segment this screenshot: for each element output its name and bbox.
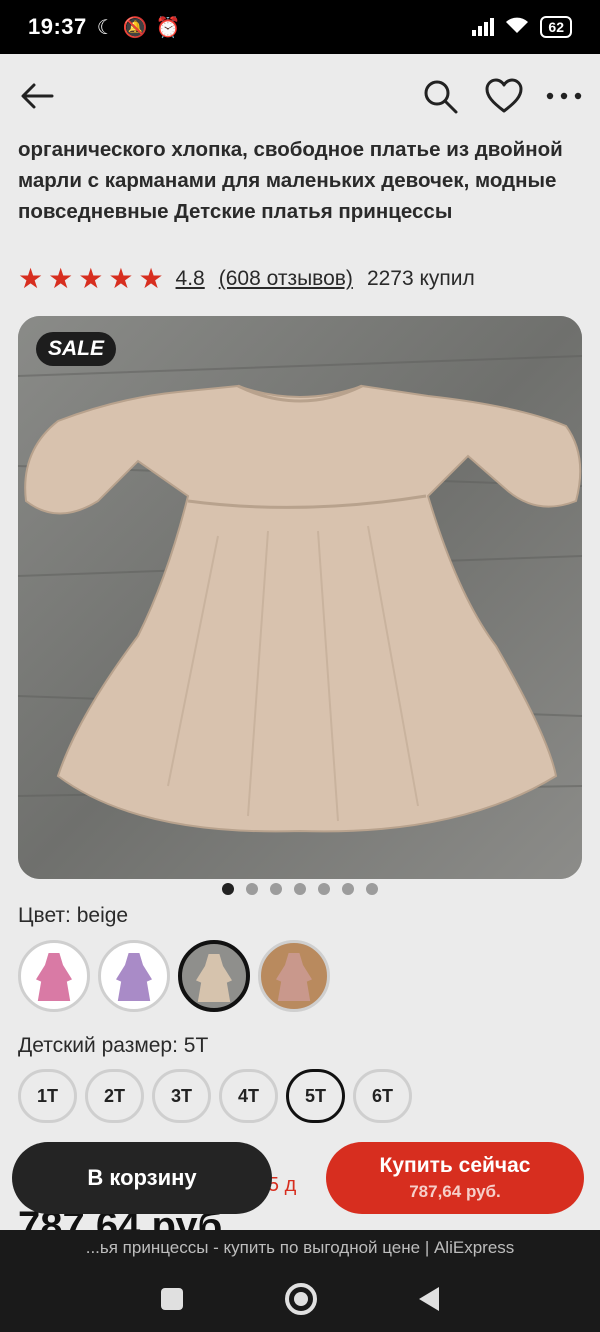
recent-apps-icon[interactable] [161, 1288, 183, 1310]
carousel-dot[interactable] [222, 883, 234, 895]
more-options-icon[interactable] [542, 74, 586, 118]
star-icon: ★ [18, 263, 44, 294]
star-icon: ★ [48, 263, 74, 294]
carousel-dot[interactable] [366, 883, 378, 895]
star-icon: ★ [78, 263, 104, 294]
size-option-3t[interactable]: 3T [152, 1069, 211, 1123]
signal-icon [472, 18, 495, 36]
size-options: 1T 2T 3T 4T 5T 6T [18, 1069, 412, 1123]
search-icon[interactable] [420, 76, 460, 116]
size-label: Детский размер: 5T [18, 1034, 209, 1057]
purchased-count: 2273 купил [366, 267, 475, 290]
wifi-icon [504, 15, 530, 40]
color-swatch-purple[interactable] [98, 940, 170, 1012]
top-bar [0, 54, 600, 138]
battery-level: 62 [548, 19, 564, 35]
carousel-dot[interactable] [246, 883, 258, 895]
reviews-link[interactable]: (608 отзывов) [219, 267, 353, 291]
star-icon: ★ [138, 263, 164, 294]
status-time: 19:37 [28, 14, 87, 39]
sale-badge: SALE [36, 332, 117, 366]
product-image[interactable]: SALE [18, 316, 582, 879]
color-swatch-dusty-pink[interactable] [258, 940, 330, 1012]
star-icon: ★ [108, 263, 134, 294]
color-label: Цвет: beige [18, 904, 129, 927]
size-option-1t[interactable]: 1T [18, 1069, 77, 1123]
carousel-dot[interactable] [294, 883, 306, 895]
size-option-4t[interactable]: 4T [219, 1069, 278, 1123]
product-title: органического хлопка, свободное платье и… [18, 138, 563, 223]
home-icon[interactable] [285, 1283, 317, 1315]
carousel-dot[interactable] [342, 883, 354, 895]
color-swatches [18, 940, 330, 1012]
url-text: ...ья принцессы - купить по выгодной цен… [85, 1238, 515, 1257]
carousel-dot[interactable] [270, 883, 282, 895]
carousel-dot[interactable] [318, 883, 330, 895]
color-swatch-pink[interactable] [18, 940, 90, 1012]
favorite-heart-icon[interactable] [482, 74, 526, 118]
color-swatch-beige[interactable] [178, 940, 250, 1012]
dress-thumbnail [116, 953, 152, 1001]
rating-row: ★ ★ ★ ★ ★ 4.8 (608 отзывов) 2273 купил [18, 262, 475, 296]
size-option-5t[interactable]: 5T [286, 1069, 345, 1123]
browser-url-bar[interactable]: ...ья принцессы - купить по выгодной цен… [0, 1230, 600, 1266]
dress-thumbnail [196, 954, 232, 1002]
size-option-2t[interactable]: 2T [85, 1069, 144, 1123]
dress-illustration [18, 316, 582, 879]
buy-now-price: 787,64 руб. [409, 1182, 501, 1201]
product-page: органического хлопка, свободное платье и… [0, 54, 600, 1230]
buy-now-label: Купить сейчас [379, 1154, 531, 1177]
back-arrow-icon[interactable] [18, 76, 58, 116]
back-triangle-icon[interactable] [419, 1287, 439, 1311]
buy-now-button[interactable]: Купить сейчас 787,64 руб. [326, 1142, 584, 1214]
alarm-off-icon: 🔕 [122, 16, 148, 39]
battery-icon: 62 [540, 16, 572, 38]
rating-score[interactable]: 4.8 [176, 267, 205, 291]
status-bar: 19:37 ☾ 🔕 ⏰ 62 [0, 0, 600, 54]
rating-stars: ★ ★ ★ ★ ★ [18, 265, 164, 293]
add-to-cart-button[interactable]: В корзину [12, 1142, 272, 1214]
dress-thumbnail [276, 953, 312, 1001]
system-nav-bar [0, 1266, 600, 1332]
image-carousel-dots [0, 883, 600, 895]
moon-icon: ☾ [96, 16, 115, 39]
dress-thumbnail [36, 953, 72, 1001]
alarm-icon: ⏰ [155, 16, 181, 39]
size-option-6t[interactable]: 6T [353, 1069, 412, 1123]
